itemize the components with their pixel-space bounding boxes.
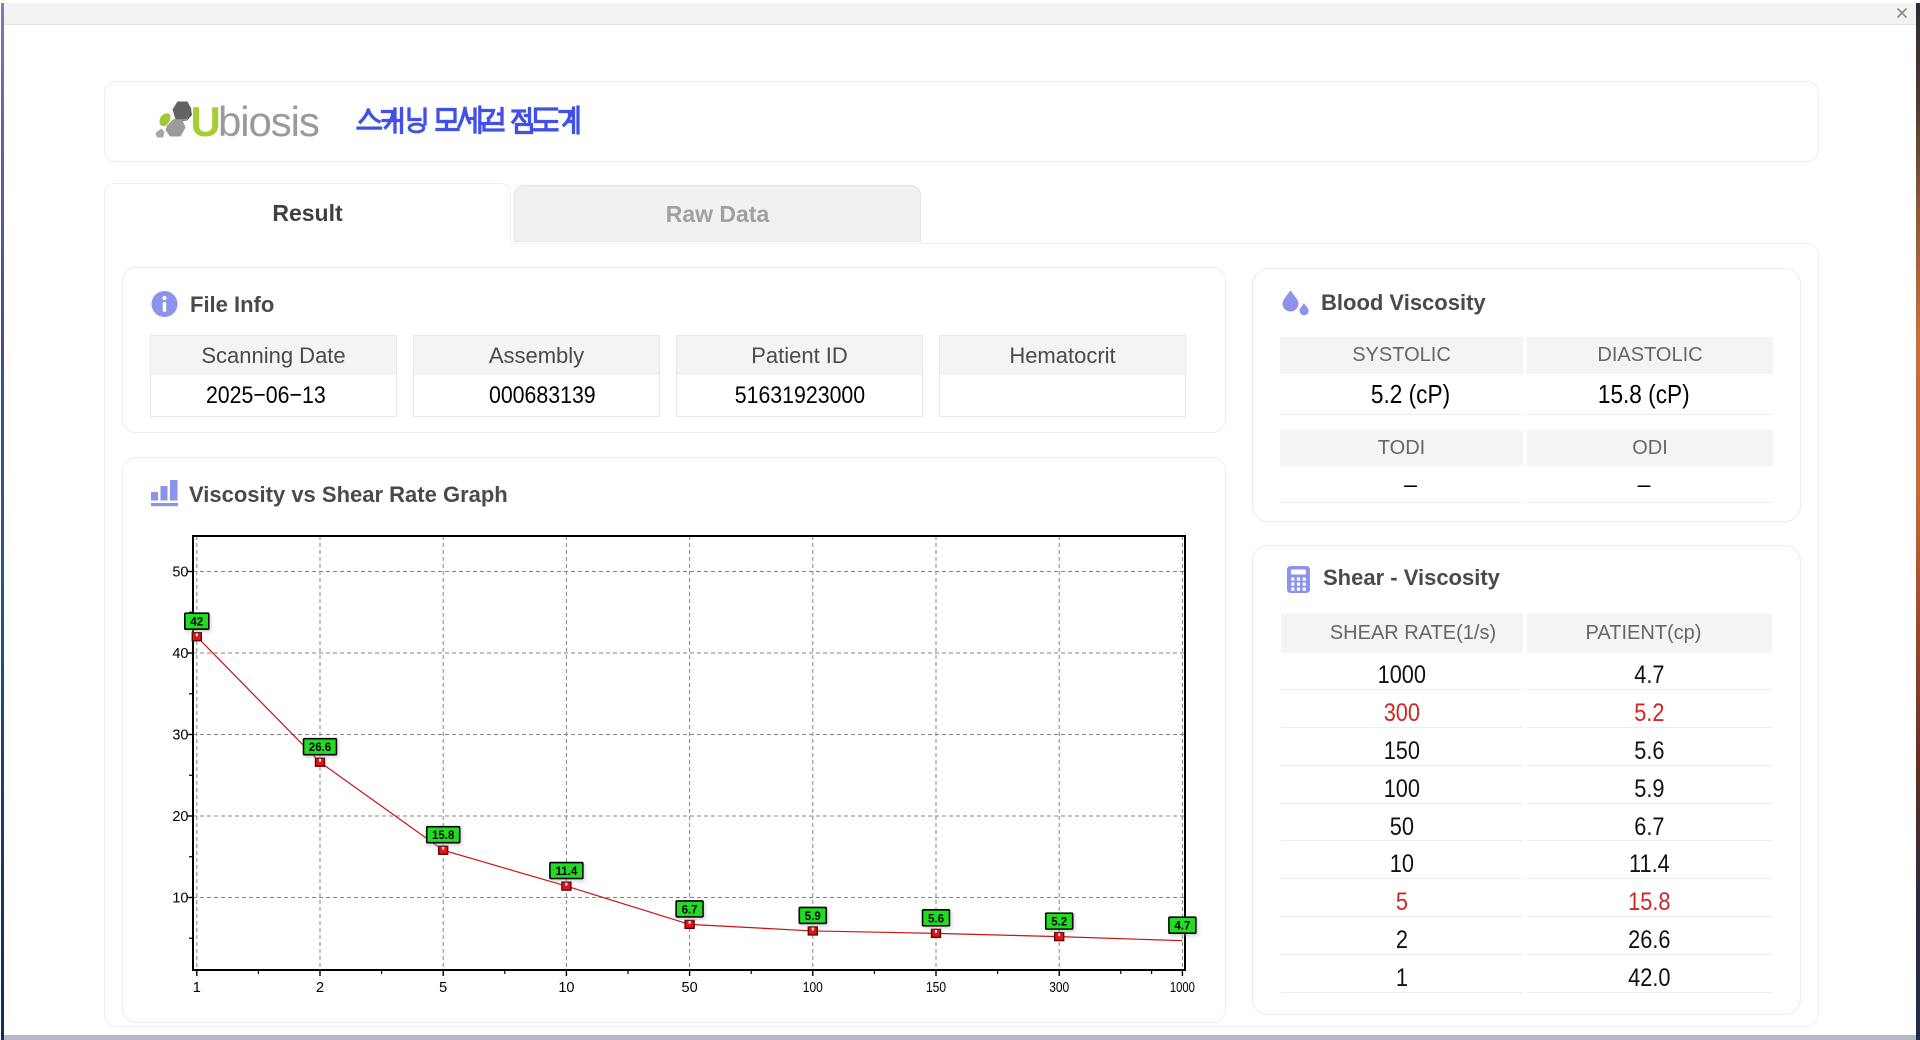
svg-text:1000: 1000 [1170, 980, 1195, 996]
svg-text:10: 10 [172, 891, 188, 907]
svg-text:5.6: 5.6 [928, 913, 944, 925]
svg-text:300: 300 [1049, 980, 1069, 996]
svg-text:42: 42 [190, 617, 203, 629]
svg-text:40: 40 [172, 646, 188, 662]
svg-text:15.8: 15.8 [432, 830, 455, 842]
svg-text:6.7: 6.7 [682, 904, 698, 916]
svg-text:11.4: 11.4 [556, 866, 578, 878]
svg-text:biosis: biosis [218, 98, 319, 144]
svg-text:U: U [191, 98, 221, 144]
svg-text:100: 100 [803, 980, 823, 996]
svg-text:2: 2 [316, 980, 324, 996]
svg-text:20: 20 [172, 809, 188, 825]
svg-text:1: 1 [193, 980, 201, 996]
svg-text:50: 50 [172, 565, 188, 581]
svg-text:150: 150 [926, 980, 946, 996]
svg-text:5.9: 5.9 [805, 911, 821, 923]
svg-text:50: 50 [682, 980, 698, 996]
svg-text:4.7: 4.7 [1174, 921, 1190, 933]
svg-text:5.2: 5.2 [1051, 917, 1067, 929]
svg-text:26.6: 26.6 [309, 742, 331, 754]
svg-text:5: 5 [439, 980, 447, 996]
svg-text:10: 10 [558, 980, 574, 996]
svg-text:30: 30 [172, 728, 188, 744]
